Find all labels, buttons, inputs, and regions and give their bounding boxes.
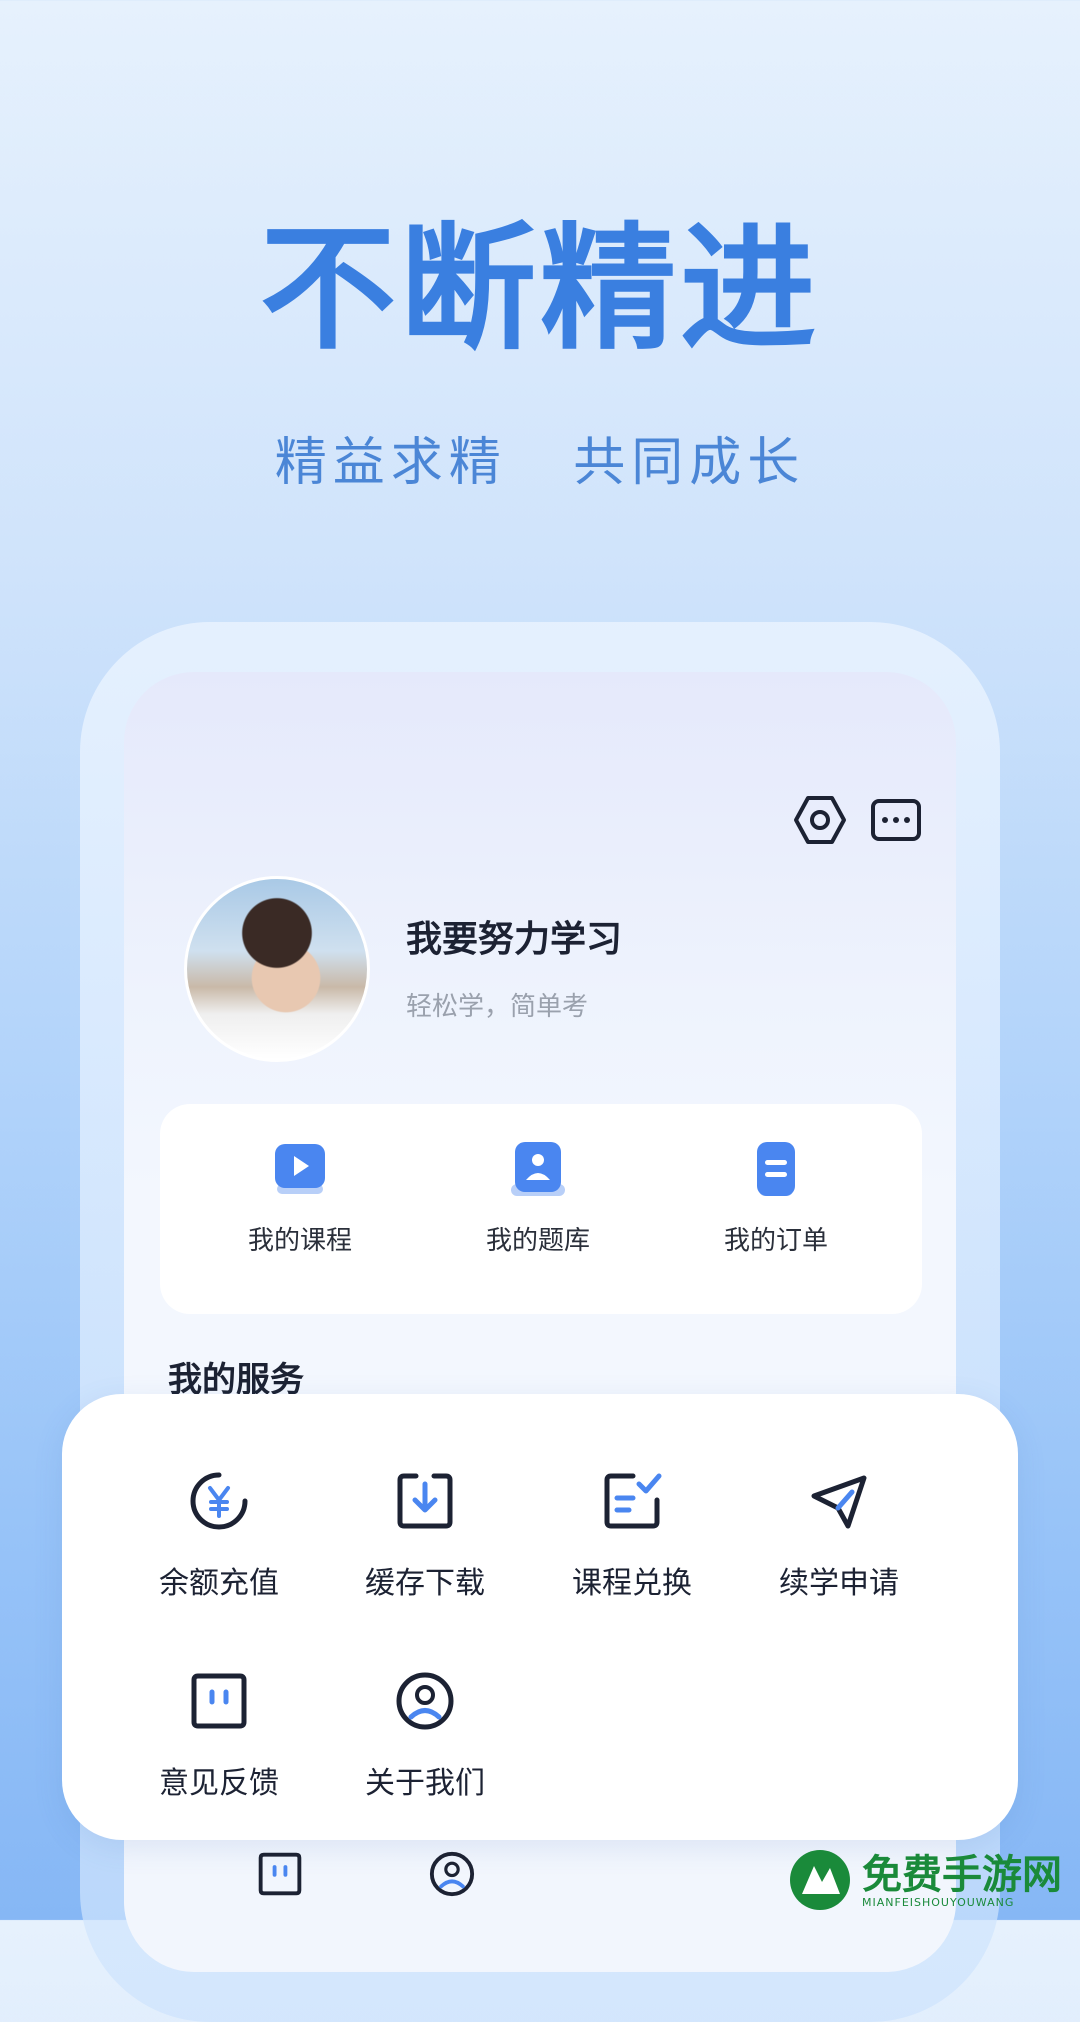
feedback-icon (258, 1852, 302, 1896)
service-label: 续学申请 (779, 1566, 899, 1601)
service-label: 关于我们 (365, 1766, 485, 1801)
service-renewal-application[interactable]: 续学申请 (734, 1470, 944, 1602)
about-user-icon (429, 1851, 475, 1897)
service-label: 余额充值 (159, 1566, 279, 1601)
hero-subtitle-part1: 精益求精 (274, 433, 507, 493)
exchange-check-icon (604, 1473, 662, 1529)
quick-action-label: 我的课程 (247, 1226, 352, 1256)
hero-subtitle-part2: 共同成长 (573, 433, 806, 493)
watermark-logo-icon (790, 1850, 850, 1910)
hero-title: 不断精进 (260, 211, 820, 369)
hero-subtitle: 精益求精 共同成长 (0, 420, 1080, 495)
services-card: 余额充值 缓存下载 课程兑换 续学申请 意见反馈 关于我们 (62, 1394, 1018, 1840)
service-label: 意见反馈 (159, 1766, 279, 1801)
quick-actions-card: 我的课程 我的题库 我的订单 (160, 1104, 922, 1314)
watermark: 免费手游网 MIANFEISHOUYOUWANG (786, 1842, 1076, 1918)
quick-action-my-courses[interactable]: 我的课程 (180, 1140, 420, 1257)
service-about-us[interactable]: 关于我们 (320, 1670, 530, 1802)
download-icon (397, 1473, 453, 1529)
feedback-icon (191, 1673, 247, 1729)
avatar[interactable] (184, 876, 370, 1062)
paper-plane-icon (811, 1475, 867, 1529)
play-icon (275, 1144, 325, 1194)
order-icon (757, 1142, 795, 1196)
yuan-coin-icon (190, 1472, 248, 1530)
service-recharge[interactable]: 余额充值 (114, 1470, 324, 1602)
watermark-subtitle: MIANFEISHOUYOUWANG (862, 1896, 1015, 1909)
about-user-icon (396, 1672, 454, 1730)
watermark-title: 免费手游网 (862, 1852, 1062, 1898)
quick-action-label: 我的题库 (485, 1226, 590, 1256)
settings-icon[interactable] (792, 792, 848, 848)
person-card-icon (511, 1142, 565, 1196)
service-course-exchange[interactable]: 课程兑换 (527, 1470, 737, 1602)
service-download[interactable]: 缓存下载 (320, 1470, 530, 1602)
service-label: 课程兑换 (572, 1566, 692, 1601)
service-feedback[interactable]: 意见反馈 (114, 1670, 324, 1802)
more-icon[interactable] (868, 792, 924, 848)
user-tagline: 轻松学，简单考 (406, 992, 589, 1022)
quick-action-my-question-bank[interactable]: 我的题库 (418, 1140, 658, 1257)
quick-action-label: 我的订单 (723, 1226, 828, 1256)
quick-action-my-orders[interactable]: 我的订单 (656, 1140, 896, 1257)
service-label: 缓存下载 (365, 1566, 485, 1601)
user-name: 我要努力学习 (406, 919, 623, 960)
